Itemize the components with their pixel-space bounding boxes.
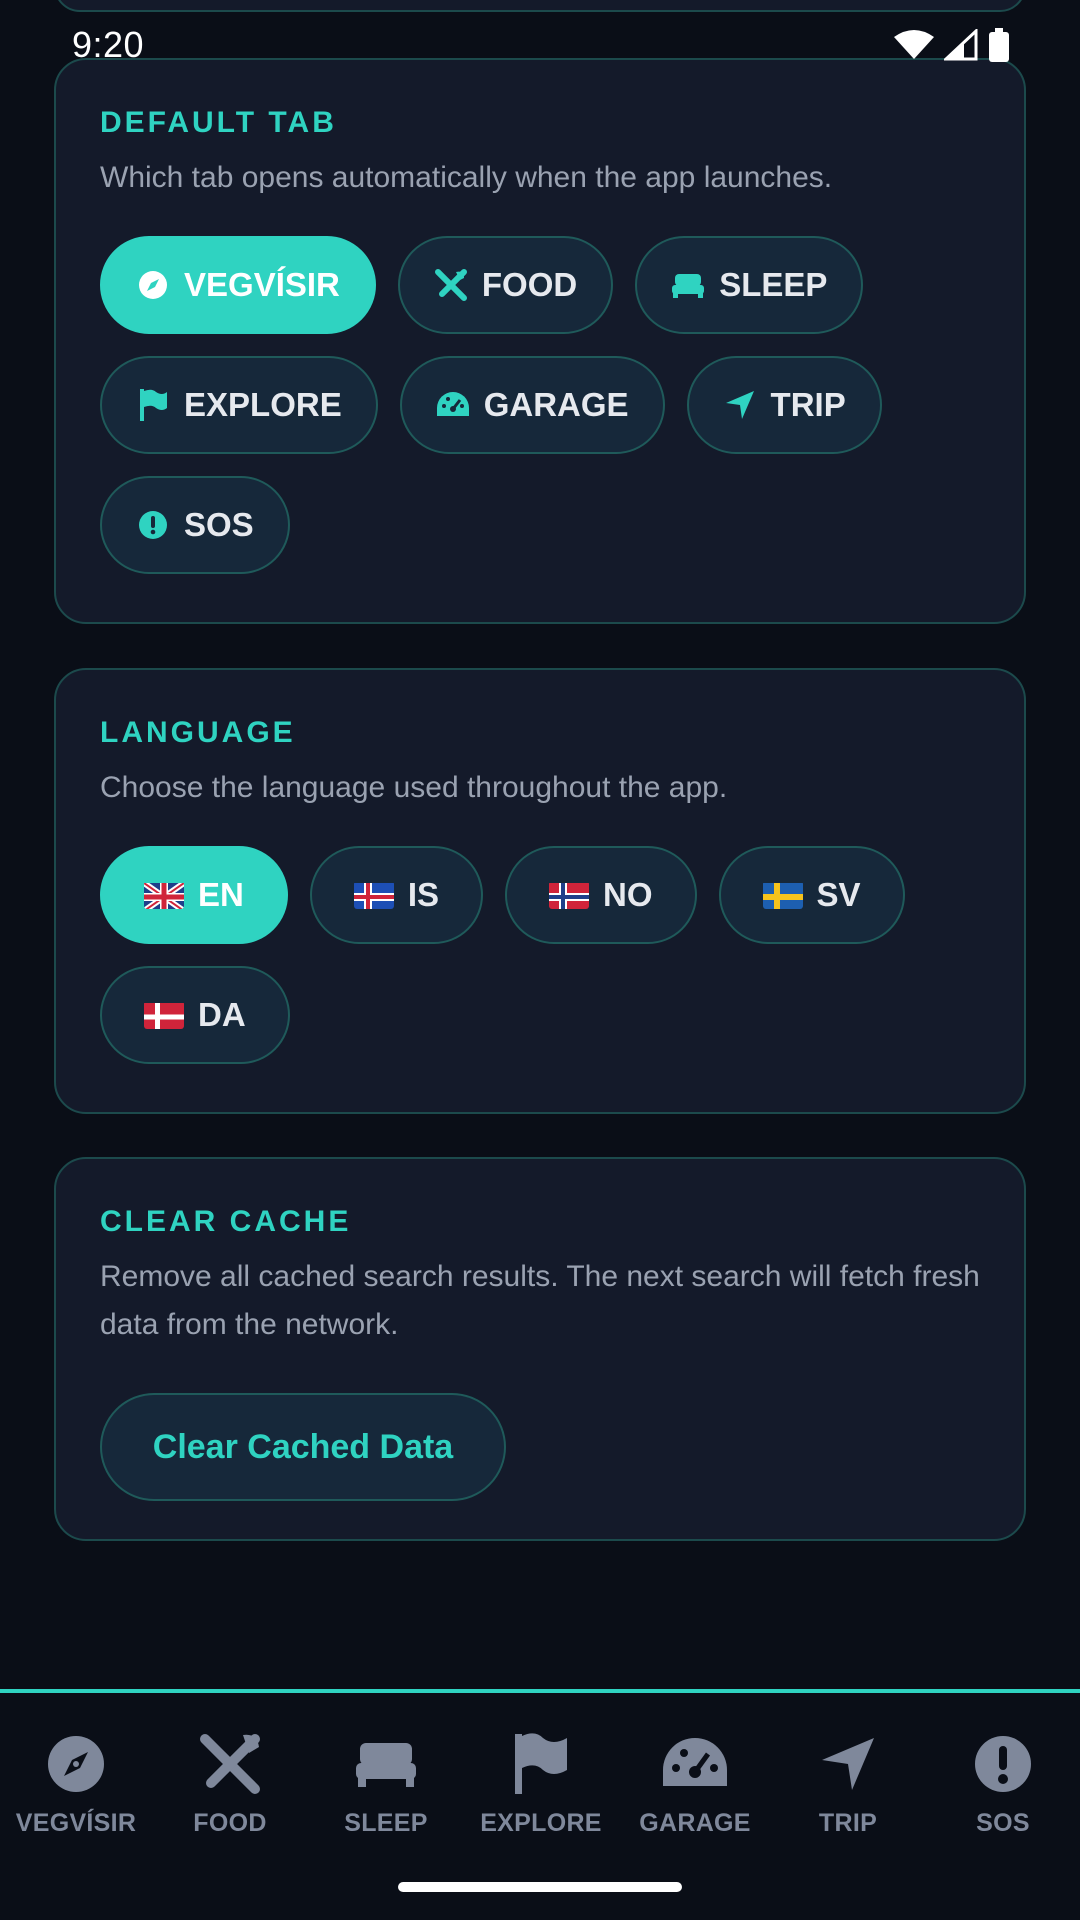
- default-tab-options: VEGVÍSIR FOOD SLEEP EXPLORE GARAGE TRIP …: [100, 236, 980, 574]
- nav-item-garage[interactable]: GARAGE: [625, 1729, 765, 1838]
- nav-label: SLEEP: [344, 1809, 428, 1837]
- language-option-sv[interactable]: SV: [718, 846, 905, 944]
- clear-cached-data-button[interactable]: Clear Cached Data: [100, 1393, 506, 1501]
- language-option-da[interactable]: DA: [100, 966, 290, 1064]
- gauge-icon: [660, 1729, 730, 1799]
- language-option-no[interactable]: NO: [505, 846, 697, 944]
- default-tab-option-garage[interactable]: GARAGE: [399, 356, 665, 454]
- chip-label: FOOD: [481, 266, 578, 303]
- status-time: 9:20: [72, 24, 145, 65]
- chip-label: VEGVÍSIR: [184, 266, 340, 303]
- wifi-icon: [894, 29, 934, 66]
- utensils-icon: [434, 268, 468, 302]
- nav-item-vegvisir[interactable]: VEGVÍSIR: [6, 1729, 146, 1838]
- nav-item-explore[interactable]: EXPLORE: [471, 1729, 611, 1838]
- battery-icon: [988, 28, 1010, 67]
- nav-label: FOOD: [193, 1809, 267, 1837]
- language-card: LANGUAGE Choose the language used throug…: [54, 668, 1026, 1114]
- nav-label: EXPLORE: [480, 1809, 602, 1837]
- location-arrow-icon: [723, 388, 757, 422]
- nav-item-sos[interactable]: SOS: [933, 1729, 1073, 1838]
- language-description: Choose the language used throughout the …: [100, 771, 728, 804]
- default-tab-option-sos[interactable]: SOS: [100, 476, 290, 574]
- status-bar: 9:20: [0, 0, 1080, 90]
- nav-label: GARAGE: [639, 1809, 751, 1837]
- home-indicator[interactable]: [398, 1882, 682, 1892]
- default-tab-description: Which tab opens automatically when the a…: [100, 161, 833, 194]
- chip-label: NO: [603, 876, 653, 913]
- nav-item-sleep[interactable]: SLEEP: [316, 1729, 456, 1838]
- chip-label: SLEEP: [719, 266, 828, 303]
- nav-label: SOS: [976, 1809, 1030, 1837]
- default-tab-option-trip[interactable]: TRIP: [686, 356, 882, 454]
- language-option-en[interactable]: EN: [100, 846, 288, 944]
- sweden-flag-icon: [762, 881, 803, 909]
- signal-icon: [942, 27, 978, 66]
- bed-icon: [351, 1729, 421, 1799]
- iceland-flag-icon: [353, 881, 394, 909]
- chip-label: EXPLORE: [184, 386, 342, 423]
- chip-label: SOS: [184, 506, 254, 543]
- language-title: LANGUAGE: [100, 716, 296, 749]
- chip-label: EN: [198, 876, 244, 913]
- flag-icon: [136, 388, 170, 422]
- chip-label: DA: [198, 996, 246, 1033]
- default-tab-option-sleep[interactable]: SLEEP: [635, 236, 864, 334]
- status-icons: [894, 27, 1010, 67]
- default-tab-option-food[interactable]: FOOD: [397, 236, 614, 334]
- compass-icon: [41, 1729, 111, 1799]
- compass-icon: [136, 268, 170, 302]
- bed-icon: [671, 268, 705, 302]
- default-tab-card: DEFAULT TAB Which tab opens automaticall…: [54, 58, 1026, 624]
- exclamation-icon: [136, 508, 170, 542]
- default-tab-option-explore[interactable]: EXPLORE: [100, 356, 378, 454]
- chip-label: SV: [816, 876, 861, 913]
- flag-icon: [506, 1729, 576, 1799]
- nav-label: TRIP: [818, 1809, 878, 1837]
- norway-flag-icon: [549, 881, 590, 909]
- clear-cache-card: CLEAR CACHE Remove all cached search res…: [54, 1157, 1026, 1541]
- chip-label: GARAGE: [483, 386, 629, 423]
- language-options: EN IS NO SV DA: [100, 846, 980, 1064]
- denmark-flag-icon: [144, 1001, 184, 1029]
- nav-item-trip[interactable]: TRIP: [778, 1729, 918, 1838]
- nav-label: VEGVÍSIR: [15, 1809, 137, 1837]
- location-arrow-icon: [813, 1729, 883, 1799]
- default-tab-title: DEFAULT TAB: [100, 106, 337, 139]
- exclamation-icon: [968, 1729, 1038, 1799]
- clear-cache-description: Remove all cached search results. The ne…: [100, 1260, 980, 1341]
- chip-label: TRIP: [770, 386, 846, 423]
- nav-item-food[interactable]: FOOD: [160, 1729, 300, 1838]
- default-tab-option-vegvisir[interactable]: VEGVÍSIR: [100, 236, 376, 334]
- language-option-is[interactable]: IS: [309, 846, 484, 944]
- utensils-icon: [195, 1729, 265, 1799]
- uk-flag-icon: [144, 881, 184, 909]
- chip-label: IS: [407, 876, 440, 913]
- clear-cache-title: CLEAR CACHE: [100, 1205, 352, 1238]
- gauge-icon: [436, 388, 470, 422]
